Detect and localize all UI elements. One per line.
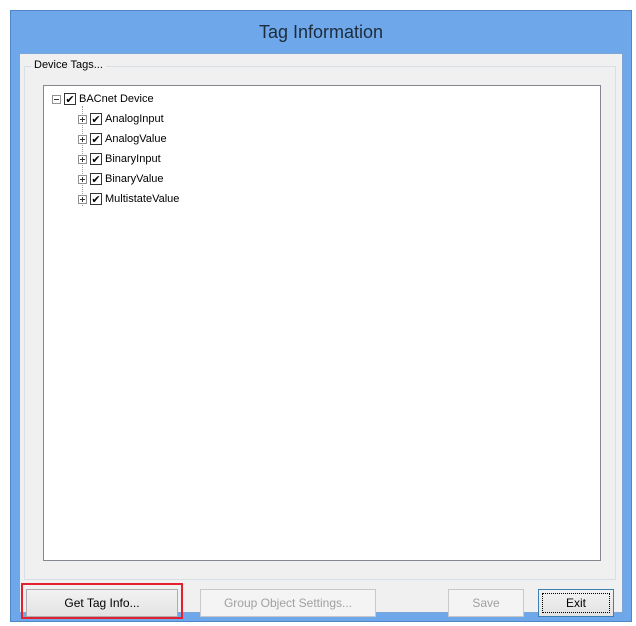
tree-node-multistatevalue[interactable]: ✔ MultistateValue (78, 190, 179, 208)
device-tags-tree[interactable]: ✔ BACnet Device ✔ AnalogInput ✔ AnalogVa… (43, 85, 601, 561)
checkmark-icon: ✔ (65, 92, 75, 106)
dialog-client-area: Device Tags... ✔ BACnet Device ✔ AnalogI… (19, 53, 623, 613)
checkbox-multistatevalue[interactable]: ✔ (90, 193, 102, 205)
tag-information-window: Tag Information Device Tags... ✔ BACnet … (10, 10, 632, 622)
save-button[interactable]: Save (448, 589, 524, 617)
tree-node-label: BACnet Device (79, 93, 154, 105)
tree-node-label: BinaryInput (105, 153, 161, 165)
focus-rectangle (542, 593, 610, 613)
tree-node-binaryvalue[interactable]: ✔ BinaryValue (78, 170, 164, 188)
tree-node-label: AnalogInput (105, 113, 164, 125)
tree-node-binaryinput[interactable]: ✔ BinaryInput (78, 150, 161, 168)
checkbox-binaryinput[interactable]: ✔ (90, 153, 102, 165)
tree-node-root[interactable]: ✔ BACnet Device (52, 90, 154, 108)
device-tags-group-label: Device Tags... (31, 59, 106, 71)
expand-icon[interactable] (78, 174, 87, 184)
collapse-icon[interactable] (52, 94, 61, 104)
title-bar[interactable]: Tag Information (11, 11, 631, 53)
checkmark-icon: ✔ (91, 112, 101, 126)
tree-node-label: AnalogValue (105, 133, 167, 145)
highlight-box (21, 583, 183, 619)
expand-icon[interactable] (78, 114, 87, 124)
checkbox-root[interactable]: ✔ (64, 93, 76, 105)
window-title: Tag Information (258, 21, 384, 42)
checkmark-icon: ✔ (91, 132, 101, 146)
group-object-settings-button[interactable]: Group Object Settings... (200, 589, 376, 617)
checkmark-icon: ✔ (91, 152, 101, 166)
tree-node-label: BinaryValue (105, 173, 164, 185)
expand-icon[interactable] (78, 134, 87, 144)
tree-node-analogvalue[interactable]: ✔ AnalogValue (78, 130, 167, 148)
device-tags-group: Device Tags... ✔ BACnet Device ✔ AnalogI… (24, 59, 616, 580)
tree-node-label: MultistateValue (105, 193, 180, 205)
checkmark-icon: ✔ (91, 172, 101, 186)
tree-node-analoginput[interactable]: ✔ AnalogInput (78, 110, 164, 128)
checkbox-analogvalue[interactable]: ✔ (90, 133, 102, 145)
expand-icon[interactable] (78, 194, 87, 204)
exit-button[interactable]: Exit (538, 589, 614, 617)
checkbox-binaryvalue[interactable]: ✔ (90, 173, 102, 185)
expand-icon[interactable] (78, 154, 87, 164)
checkbox-analoginput[interactable]: ✔ (90, 113, 102, 125)
checkmark-icon: ✔ (91, 192, 101, 206)
